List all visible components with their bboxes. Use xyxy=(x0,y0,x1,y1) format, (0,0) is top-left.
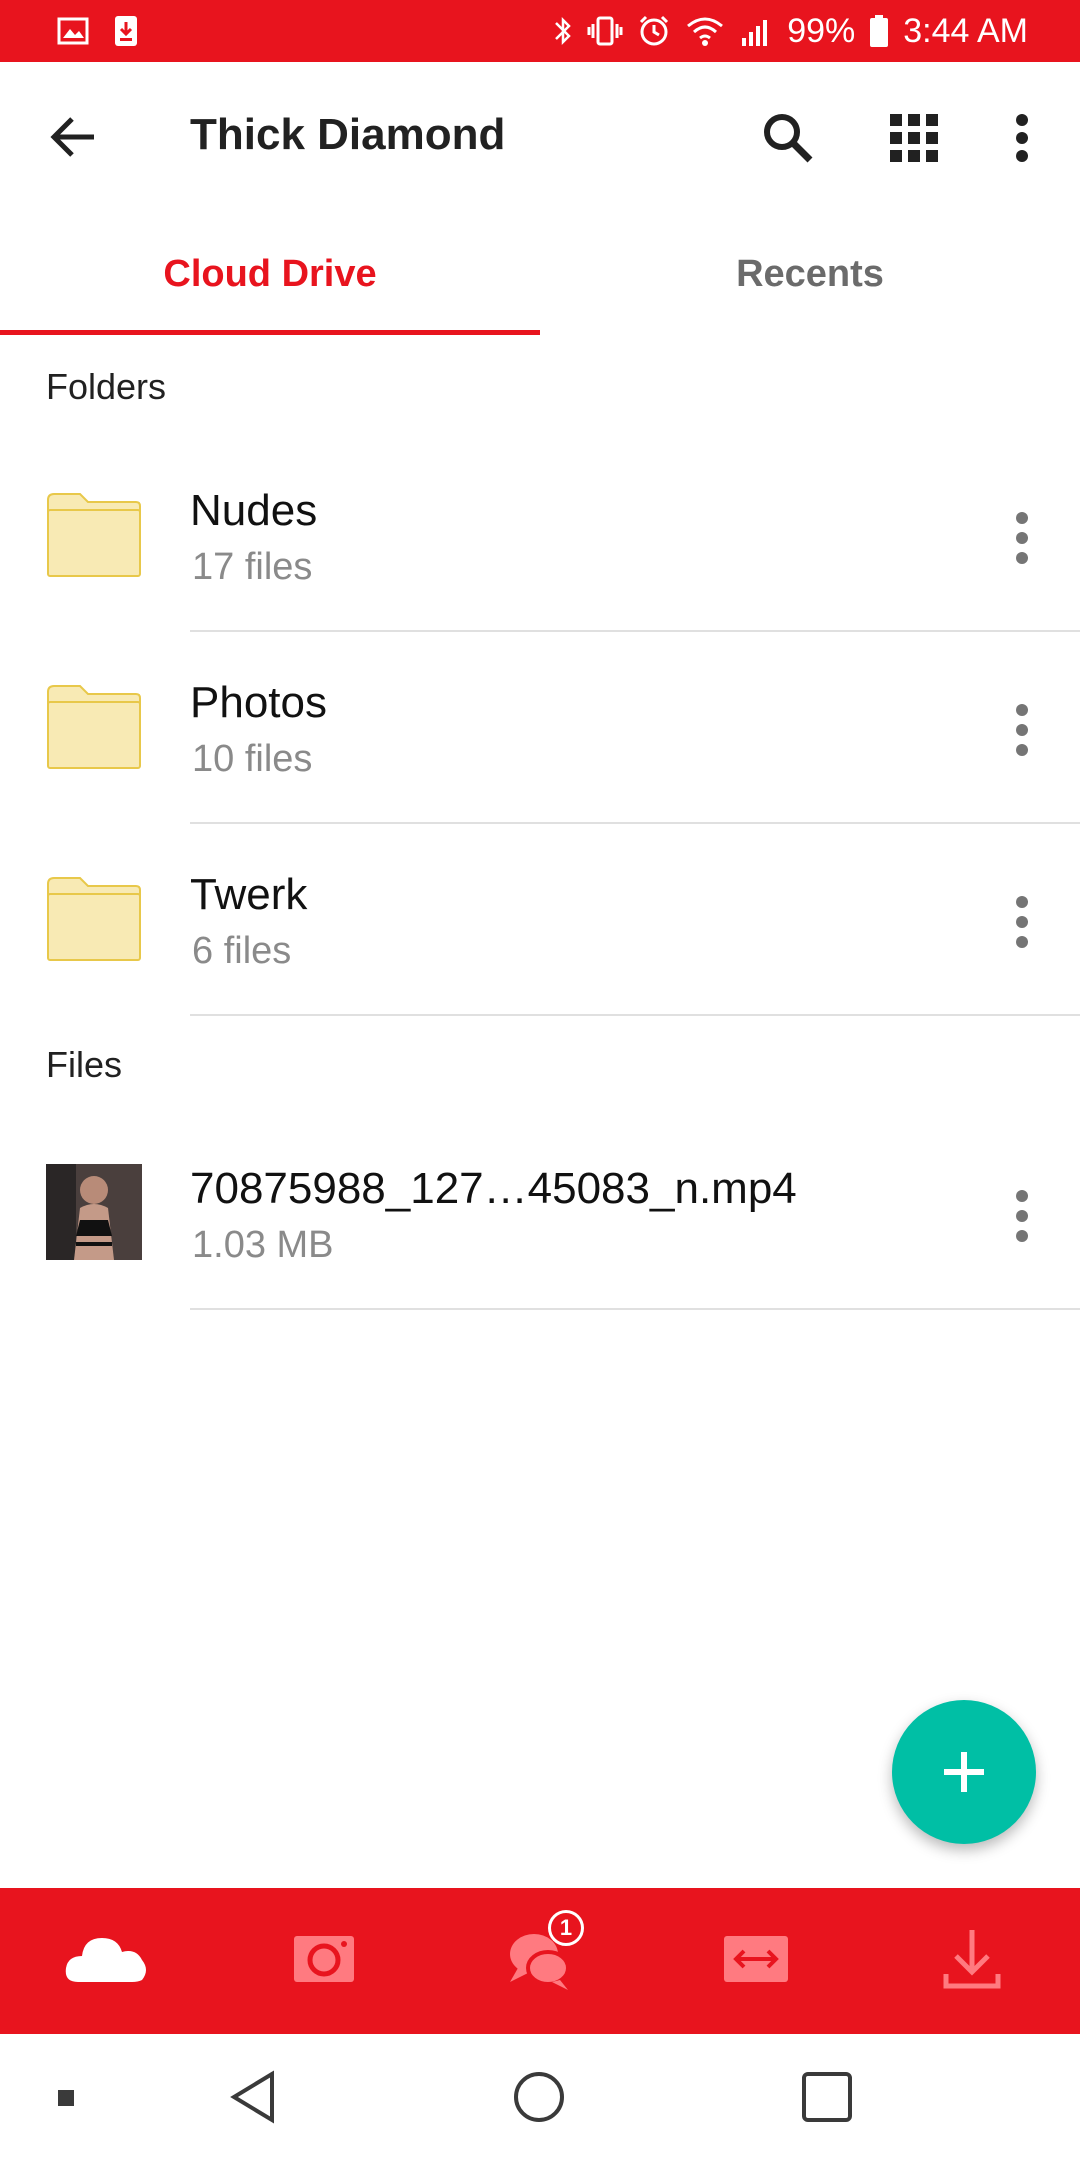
folder-options-button[interactable] xyxy=(1000,506,1044,570)
bluetooth-icon xyxy=(555,16,571,46)
back-button[interactable] xyxy=(44,107,104,167)
chat-unread-badge: 1 xyxy=(548,1910,584,1946)
folder-options-button[interactable] xyxy=(1000,698,1044,762)
page-title: Thick Diamond xyxy=(190,110,506,159)
file-name: 70875988_127…45083_n.mp4 xyxy=(190,1164,797,1213)
signal-icon xyxy=(742,20,768,46)
nav-offline[interactable] xyxy=(922,1910,1022,2010)
row-divider xyxy=(190,1014,1080,1016)
nav-recents-icon[interactable] xyxy=(800,2070,854,2124)
folder-icon xyxy=(47,493,141,577)
download-icon xyxy=(943,1930,1001,1989)
status-bar: 99% 3:44 AM xyxy=(0,0,1080,62)
more-vert-icon xyxy=(1016,512,1028,564)
file-options-button[interactable] xyxy=(1000,1184,1044,1248)
folder-row-nudes[interactable]: Nudes 17 files xyxy=(0,440,1080,632)
folder-file-count: 10 files xyxy=(192,738,313,780)
more-options-button[interactable] xyxy=(1002,106,1042,170)
clock: 3:44 AM xyxy=(903,11,1028,50)
battery-percent: 99% xyxy=(787,11,856,50)
plus-icon xyxy=(944,1752,984,1792)
active-tab-indicator xyxy=(0,330,540,335)
folder-file-count: 6 files xyxy=(192,930,292,972)
add-fab-button[interactable] xyxy=(892,1700,1036,1844)
grid-view-button[interactable] xyxy=(884,108,944,168)
file-size: 1.03 MB xyxy=(192,1224,334,1266)
file-row[interactable]: 70875988_127…45083_n.mp4 1.03 MB xyxy=(0,1118,1080,1310)
folder-name: Nudes xyxy=(190,486,318,535)
gallery-icon xyxy=(57,17,89,45)
dual-window-icon[interactable] xyxy=(56,2088,76,2108)
folder-icon-wrap xyxy=(46,490,142,586)
bottom-navigation xyxy=(0,1888,1080,2034)
transfers-icon xyxy=(724,1936,788,1982)
camera-icon xyxy=(294,1936,354,1982)
back-arrow-icon xyxy=(50,117,94,157)
tab-recents[interactable]: Recents xyxy=(540,212,1080,336)
alarm-icon xyxy=(640,15,669,46)
folder-name: Twerk xyxy=(190,870,308,919)
folder-icon xyxy=(47,877,141,961)
nav-back-icon[interactable] xyxy=(228,2070,278,2124)
video-thumbnail xyxy=(46,1164,142,1260)
nav-camera-uploads[interactable] xyxy=(274,1910,374,2010)
vibrate-icon xyxy=(587,16,623,46)
more-vert-icon xyxy=(1016,896,1028,948)
tab-cloud-drive[interactable]: Cloud Drive xyxy=(0,212,540,336)
more-vert-icon xyxy=(1016,114,1028,162)
system-navigation-bar xyxy=(0,2034,1080,2160)
more-vert-icon xyxy=(1016,704,1028,756)
row-divider xyxy=(190,1308,1080,1310)
status-right: 99% 3:44 AM xyxy=(553,8,1028,54)
video-thumbnail-image xyxy=(46,1164,142,1260)
download-notification-icon xyxy=(115,16,137,46)
tab-bar: Cloud Drive Recents xyxy=(0,212,1080,336)
battery-icon xyxy=(870,15,889,47)
folder-row-twerk[interactable]: Twerk 6 files xyxy=(0,824,1080,1016)
folder-file-count: 17 files xyxy=(192,546,313,588)
more-vert-icon xyxy=(1016,1190,1028,1242)
cloud-icon xyxy=(65,1938,146,1982)
grid-view-icon xyxy=(890,114,938,162)
folder-options-button[interactable] xyxy=(1000,890,1044,954)
wifi-icon xyxy=(687,17,724,46)
nav-cloud-drive[interactable] xyxy=(56,1910,156,2010)
app-bar: Thick Diamond xyxy=(0,62,1080,212)
search-button[interactable] xyxy=(756,106,820,170)
folder-name: Photos xyxy=(190,678,327,727)
nav-home-icon[interactable] xyxy=(512,2070,566,2124)
folder-icon-wrap xyxy=(46,682,142,778)
nav-transfers[interactable] xyxy=(706,1910,806,2010)
files-heading: Files xyxy=(46,1044,123,1085)
folders-heading: Folders xyxy=(46,366,167,407)
folder-icon xyxy=(47,685,141,769)
folder-icon-wrap xyxy=(46,874,142,970)
status-left xyxy=(56,14,140,48)
folder-row-photos[interactable]: Photos 10 files xyxy=(0,632,1080,824)
search-icon xyxy=(764,114,813,163)
